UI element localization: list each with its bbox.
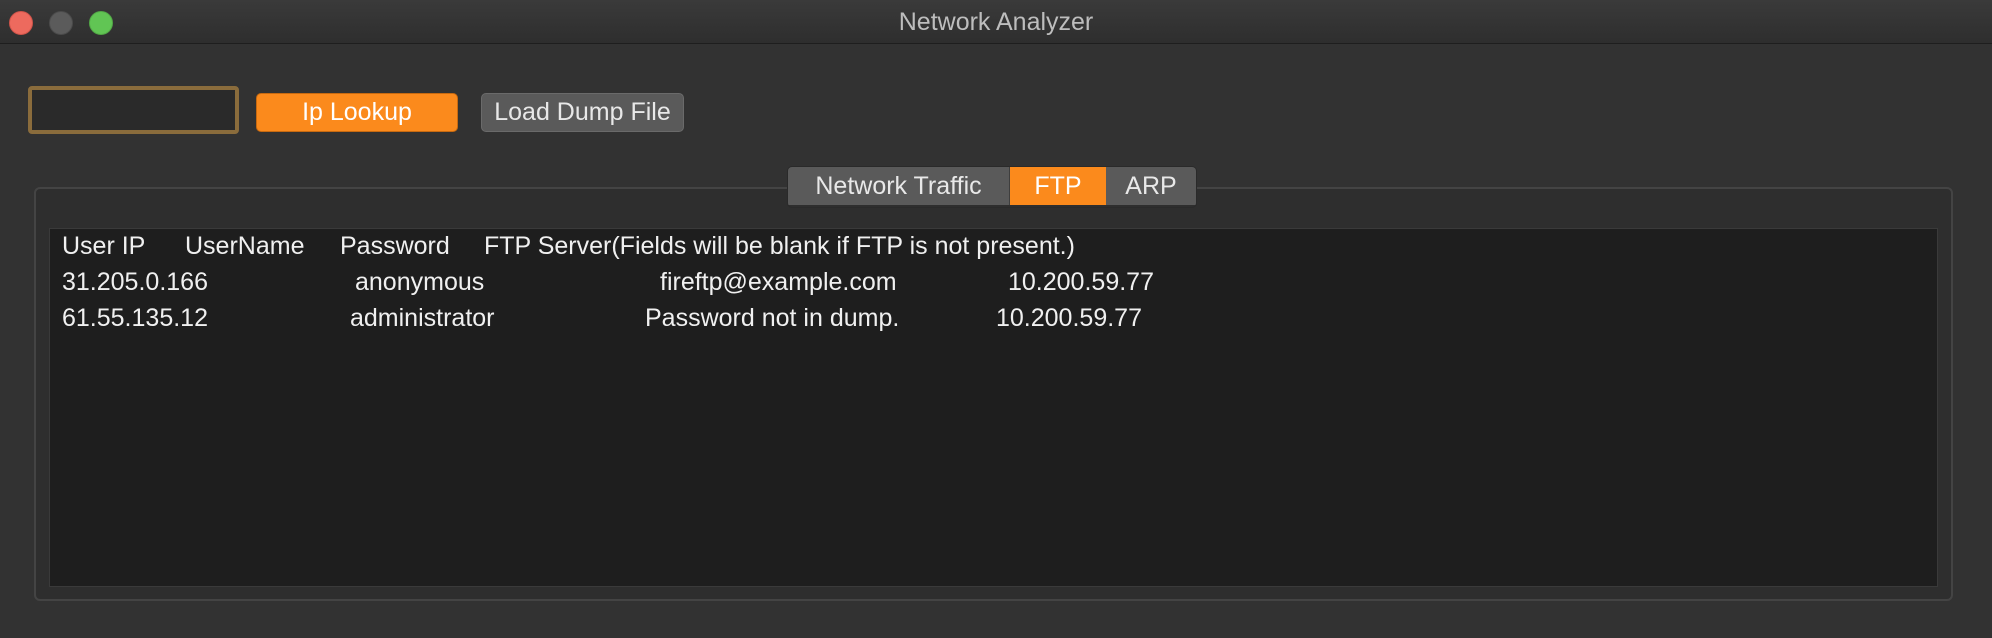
row1-password: fireftp@example.com [660,268,897,296]
row1-user-ip: 31.205.0.166 [62,268,208,296]
load-dump-file-button[interactable]: Load Dump File [481,93,684,132]
header-ftp-server: FTP Server(Fields will be blank if FTP i… [484,232,1075,260]
row1-ftp-server: 10.200.59.77 [1008,268,1154,296]
header-user-ip: User IP [62,232,146,260]
row2-password: Password not in dump. [645,304,900,332]
tab-ftp[interactable]: FTP [1010,167,1106,205]
tab-network-traffic[interactable]: Network Traffic [788,167,1010,205]
title-bar: Network Analyzer [0,0,1992,44]
row2-username: administrator [350,304,495,332]
ftp-results-text-area[interactable]: User IP UserName Password FTP Server(Fie… [49,228,1938,587]
ip-input[interactable] [28,86,239,134]
row2-ftp-server: 10.200.59.77 [996,304,1142,332]
header-username: UserName [185,232,305,260]
tab-arp[interactable]: ARP [1106,167,1196,205]
tab-bar: Network Traffic FTP ARP [787,166,1197,208]
row1-username: anonymous [355,268,485,296]
header-password: Password [340,232,450,260]
row2-user-ip: 61.55.135.12 [62,304,208,332]
window-title: Network Analyzer [898,8,1094,36]
ip-lookup-button[interactable]: Ip Lookup [256,93,458,132]
